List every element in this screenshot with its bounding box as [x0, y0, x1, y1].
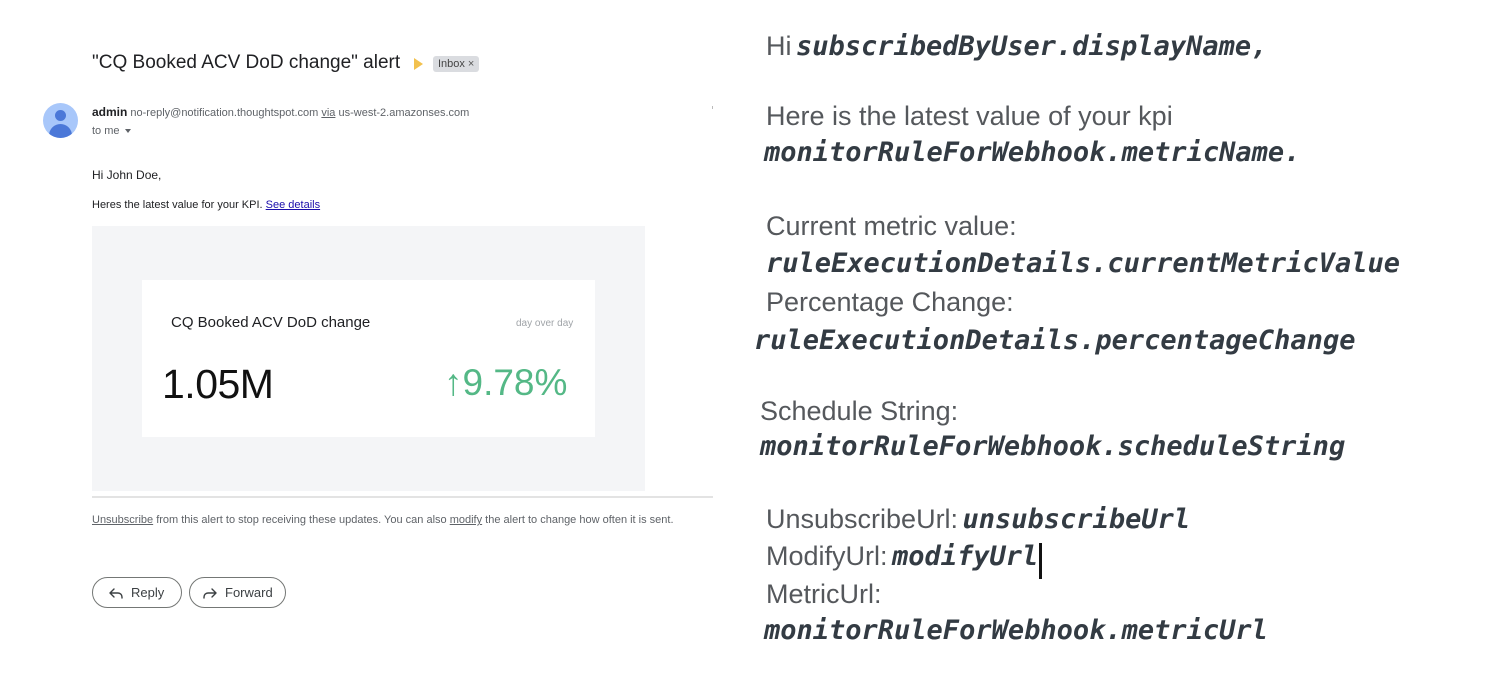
template-unsubscribe-label: UnsubscribeUrl:	[766, 504, 959, 534]
via-link[interactable]: via	[321, 107, 335, 119]
template-variable: ruleExecutionDetails.percentageChange	[754, 325, 1356, 356]
template-variable: modifyUrl	[891, 541, 1039, 572]
kpi-card	[142, 280, 595, 437]
template-greeting-text: Hi	[766, 31, 792, 61]
email-footer: Unsubscribe from this alert to stop rece…	[92, 514, 674, 526]
see-details-link[interactable]: See details	[266, 199, 320, 211]
template-variable: monitorRuleForWebhook.metricName.	[764, 137, 1301, 168]
avatar-body	[49, 124, 72, 138]
avatar-head	[55, 110, 66, 121]
email-subject: "CQ Booked ACV DoD change" alert	[92, 52, 401, 73]
reply-icon	[109, 587, 123, 599]
divider	[92, 496, 713, 498]
template-variable: monitorRuleForWebhook.metricUrl	[764, 615, 1268, 646]
reply-button[interactable]: Reply	[92, 577, 182, 608]
sender-name[interactable]: admin	[92, 105, 127, 119]
recipient-text: to me	[92, 125, 120, 137]
template-variable: unsubscribeUrl	[962, 504, 1191, 535]
forward-label: Forward	[225, 585, 273, 600]
template-variable: monitorRuleForWebhook.scheduleString	[760, 431, 1346, 462]
template-percent-label: Percentage Change:	[766, 287, 1014, 317]
template-schedule-label: Schedule String:	[760, 396, 959, 426]
via-domain: us-west-2.amazonses.com	[338, 107, 470, 119]
kpi-intro-text: Heres the latest value for your KPI.	[92, 199, 263, 211]
template-modify-label: ModifyUrl:	[766, 541, 888, 571]
recipient-details-toggle[interactable]: to me	[92, 125, 131, 137]
importance-marker-icon[interactable]	[414, 58, 423, 70]
sender-line: admin no-reply@notification.thoughtspot.…	[92, 105, 469, 119]
forward-icon	[203, 587, 217, 599]
reply-label: Reply	[131, 585, 165, 600]
inbox-label-chip[interactable]: Inbox ×	[433, 56, 480, 72]
template-current-label: Current metric value:	[766, 211, 1017, 241]
footer-text: from this alert to stop receiving these …	[153, 514, 450, 526]
email-greeting: Hi John Doe,	[92, 168, 162, 182]
inbox-label-text: Inbox	[438, 58, 465, 70]
avatar[interactable]	[43, 103, 78, 138]
template-metric-label: MetricUrl:	[766, 579, 882, 609]
forward-button[interactable]: Forward	[189, 577, 286, 608]
template-variable: subscribedByUser.displayName,	[795, 31, 1268, 62]
kpi-intro: Heres the latest value for your KPI. See…	[92, 199, 320, 211]
footer-text: the alert to change how often it is sent…	[482, 514, 674, 526]
kpi-value: 1.05M	[162, 361, 274, 407]
sender-email: no-reply@notification.thoughtspot.com	[130, 107, 319, 119]
template-kpi-intro: Here is the latest value of your kpi	[766, 101, 1173, 131]
kpi-title: CQ Booked ACV DoD change	[171, 314, 371, 331]
chevron-down-icon	[124, 129, 131, 134]
close-icon[interactable]: ×	[468, 58, 474, 70]
kpi-change: ↑9.78%	[444, 362, 568, 403]
kpi-period: day over day	[516, 318, 574, 329]
template-greeting: Hi subscribedByUser.displayName,	[766, 31, 1267, 62]
template-unsubscribe: UnsubscribeUrl: unsubscribeUrl	[766, 504, 1190, 535]
text-cursor	[1039, 542, 1043, 579]
divider	[712, 106, 713, 109]
modify-link[interactable]: modify	[450, 514, 482, 526]
template-modify: ModifyUrl: modifyUrl	[766, 541, 1043, 579]
template-variable: ruleExecutionDetails.currentMetricValue	[766, 248, 1400, 279]
unsubscribe-link[interactable]: Unsubscribe	[92, 514, 153, 526]
